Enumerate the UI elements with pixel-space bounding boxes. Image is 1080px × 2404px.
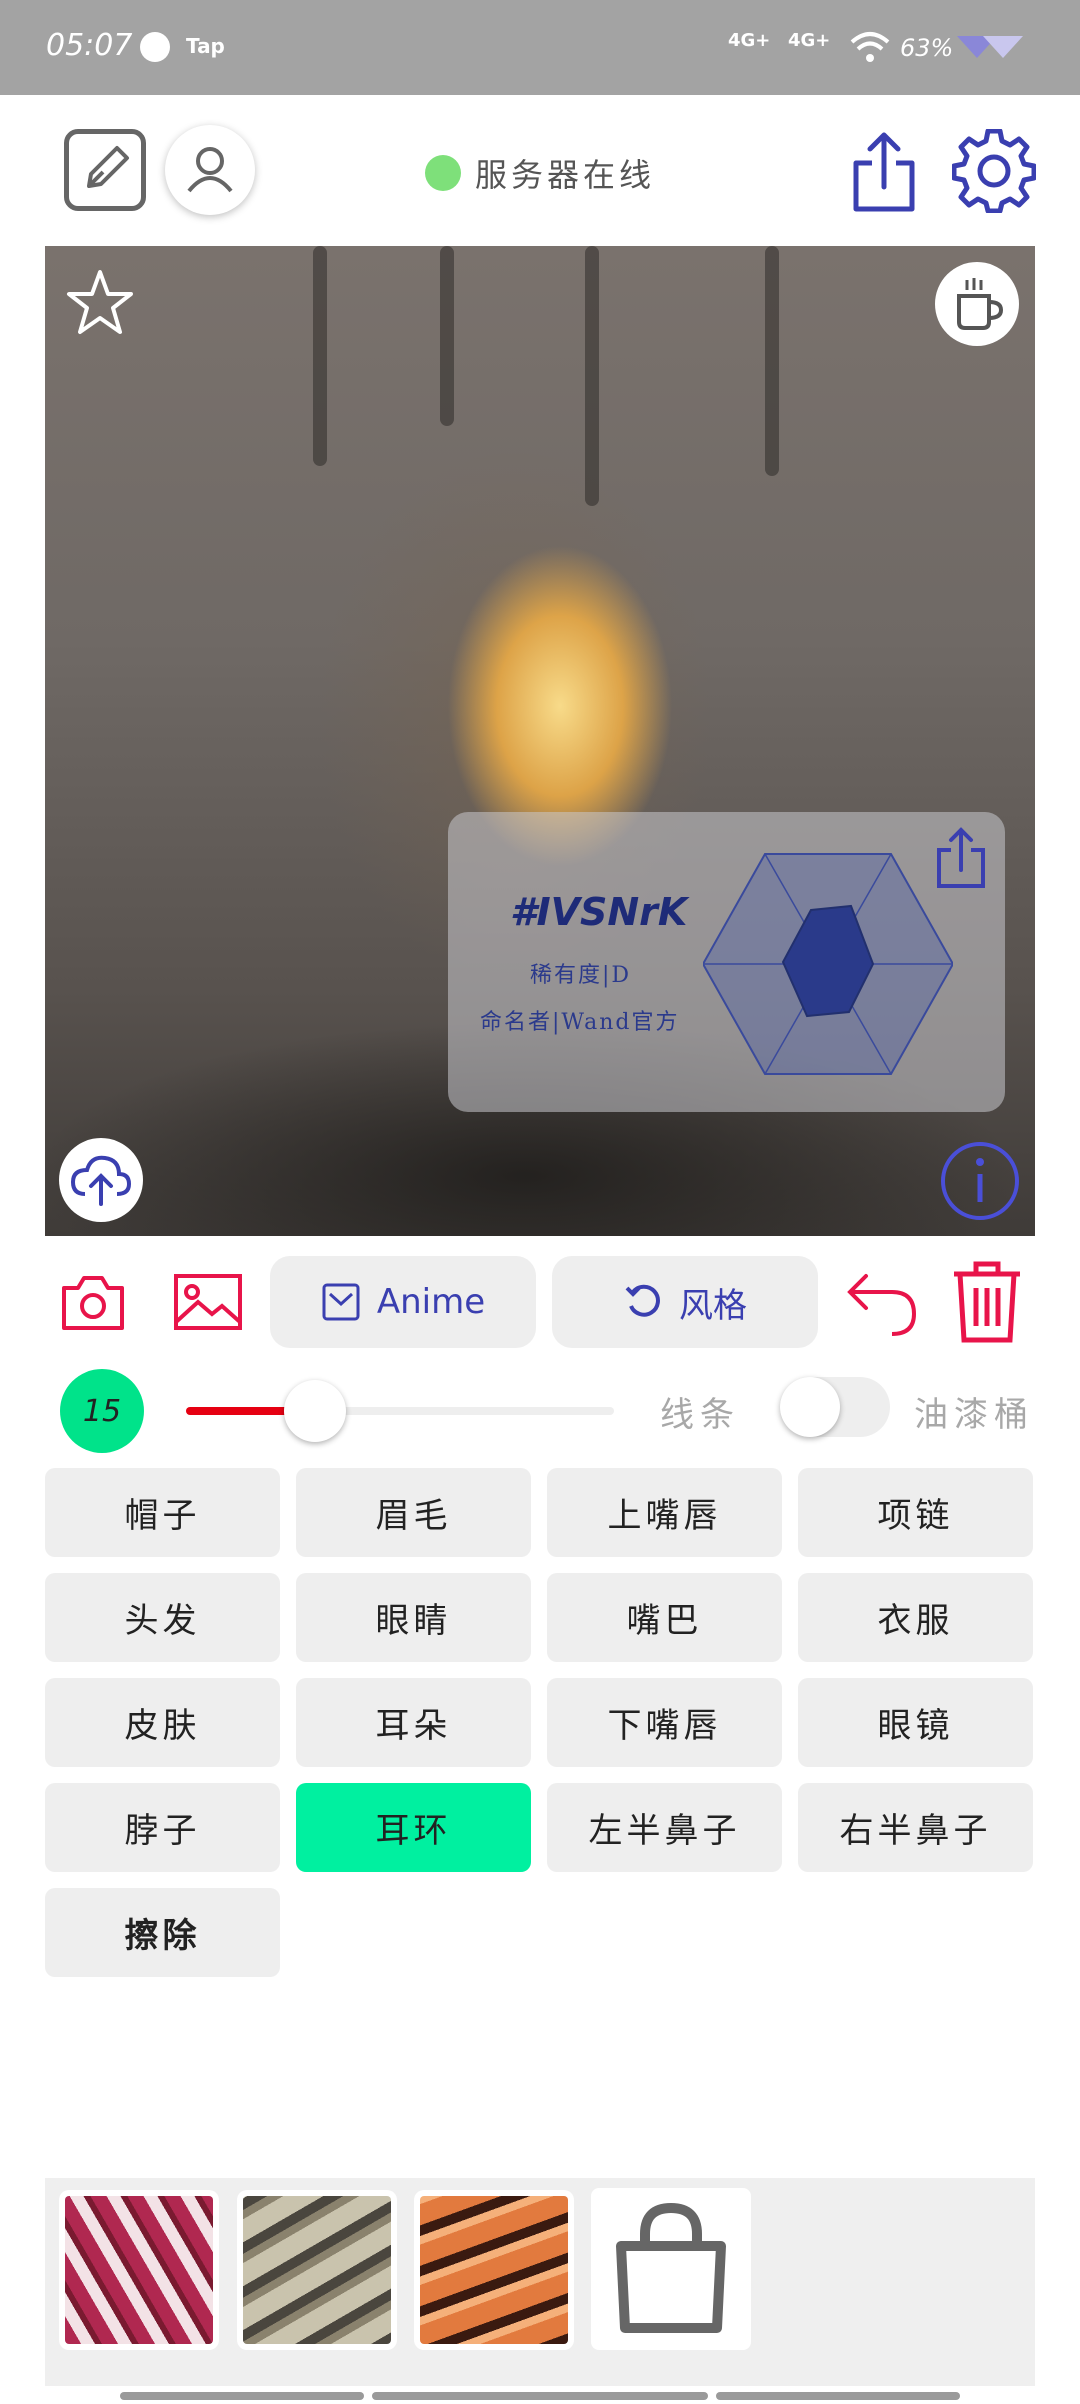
part-button[interactable]: 上嘴唇 <box>547 1468 782 1557</box>
part-button[interactable]: 耳朵 <box>296 1678 531 1767</box>
card-namer: 命名者|Wand官方 <box>480 1010 680 1035</box>
part-button[interactable]: 眉毛 <box>296 1468 531 1557</box>
texture-swatch-orange[interactable] <box>414 2190 574 2350</box>
brush-size-thumb[interactable] <box>284 1380 347 1442</box>
texture-image <box>243 2196 391 2344</box>
style-label: 风格 <box>679 1285 747 1326</box>
part-button[interactable]: 左半鼻子 <box>547 1783 782 1872</box>
brush-settings-row: 15 线条 油漆桶 <box>0 1365 1080 1455</box>
undo-button[interactable] <box>844 1268 920 1338</box>
coffee-cup-icon <box>957 278 1004 330</box>
attribute-hexagon-chart <box>703 853 953 1075</box>
shop-button[interactable] <box>591 2188 751 2350</box>
info-button[interactable] <box>939 1140 1021 1222</box>
texture-palette <box>45 2178 1035 2386</box>
coffee-button[interactable] <box>935 262 1019 346</box>
share-button[interactable] <box>848 131 920 213</box>
part-button[interactable]: 头发 <box>45 1573 280 1662</box>
part-button[interactable]: 衣服 <box>798 1573 1033 1662</box>
part-button[interactable]: 项链 <box>798 1468 1033 1557</box>
user-icon <box>187 147 233 193</box>
texture-swatch-red[interactable] <box>59 2190 219 2350</box>
paint-bucket-toggle[interactable] <box>780 1377 890 1437</box>
status-app-badge: Tap <box>186 34 225 58</box>
drawing-canvas[interactable]: #IVSNrK 稀有度|D 命名者|Wand官方 <box>45 246 1035 1236</box>
status-time: 05:07 <box>46 28 133 63</box>
canvas-stroke <box>765 246 779 476</box>
part-button[interactable]: 皮肤 <box>45 1678 280 1767</box>
favorite-star-button[interactable] <box>63 266 137 340</box>
status-bar: 05:07 Tap 4G+ 4G+ 63% <box>0 0 1080 95</box>
card-code: #IVSNrK <box>510 890 688 934</box>
texture-swatch-grey[interactable] <box>237 2190 397 2350</box>
part-button[interactable]: 耳环 <box>296 1783 531 1872</box>
signal-1-label: 4G+ <box>728 30 771 51</box>
battery-label: 63% <box>900 34 954 62</box>
delete-button[interactable] <box>950 1260 1024 1344</box>
part-button[interactable]: 嘴巴 <box>547 1573 782 1662</box>
nav-bar-segment <box>716 2392 960 2400</box>
model-select-button[interactable]: Anime <box>270 1256 536 1348</box>
server-status-dot <box>425 155 461 191</box>
action-toolbar: Anime 风格 <box>0 1250 1080 1350</box>
top-bar: 服务器在线 <box>0 95 1080 245</box>
globe-icon <box>140 32 170 62</box>
part-button[interactable]: 脖子 <box>45 1783 280 1872</box>
nav-bar-segment <box>372 2392 708 2400</box>
part-button[interactable]: 眼睛 <box>296 1573 531 1662</box>
cloud-upload-icon <box>70 1155 132 1206</box>
server-status-label: 服务器在线 <box>475 156 656 194</box>
brush-size-slider[interactable] <box>186 1407 614 1415</box>
shopping-bag-icon <box>616 2202 726 2333</box>
mode-bucket-label: 油漆桶 <box>914 1395 1034 1435</box>
part-button[interactable]: 眼镜 <box>798 1678 1033 1767</box>
toggle-knob <box>780 1377 840 1437</box>
part-button[interactable]: 擦除 <box>45 1888 280 1977</box>
camera-button[interactable] <box>60 1272 126 1332</box>
texture-image <box>65 2196 213 2344</box>
brush-size-badge: 15 <box>60 1369 144 1453</box>
refresh-icon <box>625 1284 660 1317</box>
nav-bar-segment <box>120 2392 364 2400</box>
mode-line-label: 线条 <box>660 1395 740 1435</box>
part-button[interactable]: 下嘴唇 <box>547 1678 782 1767</box>
part-button[interactable]: 帽子 <box>45 1468 280 1557</box>
result-card: #IVSNrK 稀有度|D 命名者|Wand官方 <box>448 812 1005 1112</box>
model-label: Anime <box>376 1282 486 1322</box>
wifi-icon <box>850 32 890 62</box>
pen-icon <box>87 146 129 188</box>
texture-image <box>420 2196 568 2344</box>
settings-button[interactable] <box>952 129 1036 213</box>
part-button[interactable]: 右半鼻子 <box>798 1783 1033 1872</box>
sketch-mode-button[interactable] <box>64 129 146 211</box>
card-rarity: 稀有度|D <box>530 963 632 988</box>
checkbox-envelope-icon <box>322 1283 360 1321</box>
canvas-stroke <box>313 246 327 466</box>
avatar-button[interactable] <box>165 125 255 215</box>
canvas-stroke <box>440 246 454 426</box>
signal-2-label: 4G+ <box>788 30 831 51</box>
canvas-stroke <box>585 246 599 506</box>
style-button[interactable]: 风格 <box>552 1256 818 1348</box>
gallery-button[interactable] <box>172 1272 244 1332</box>
brand-logo-icon <box>957 36 1023 58</box>
parts-grid: 帽子 眉毛 上嘴唇 项链头发 眼睛 嘴巴 衣服皮肤 耳朵 下嘴唇 眼镜脖子 耳环 左半鼻子 右半鼻子擦除 <box>45 1468 1035 1977</box>
server-status: 服务器在线 <box>425 150 655 196</box>
upload-button[interactable] <box>59 1138 143 1222</box>
